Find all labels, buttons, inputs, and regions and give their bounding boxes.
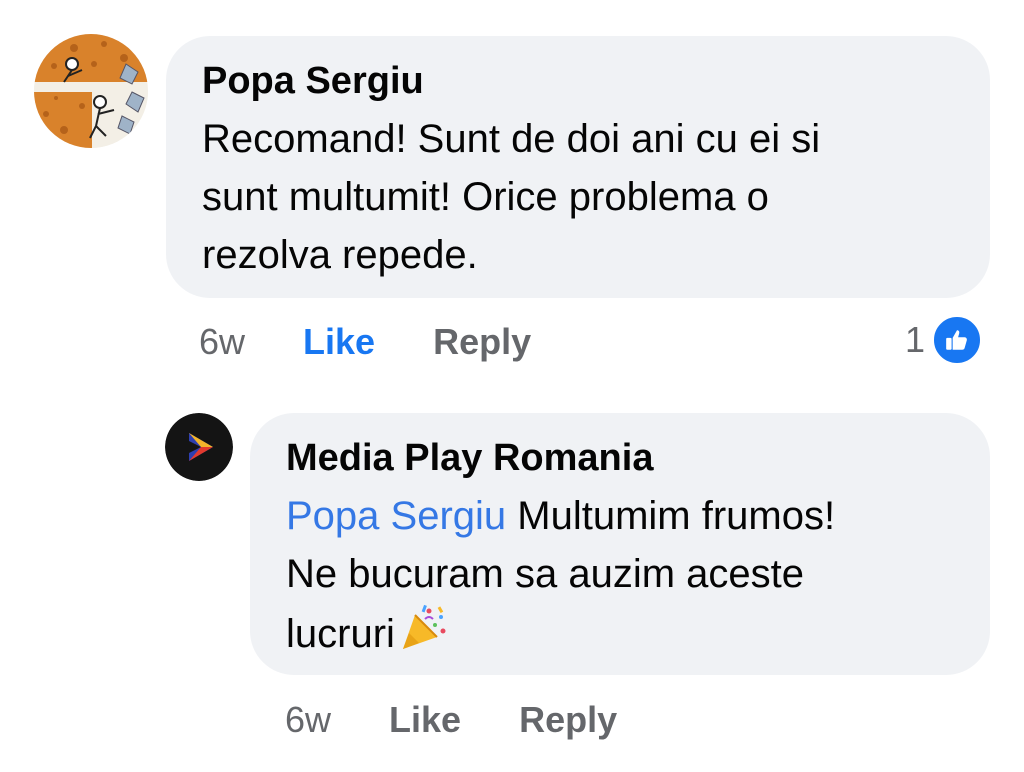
- avatar-popa-sergiu[interactable]: [34, 34, 148, 148]
- like-button[interactable]: Like: [389, 699, 461, 741]
- reaction-count: 1: [905, 319, 926, 360]
- reply-text: Popa Sergiu Multumim frumos! Ne bucuram …: [286, 487, 954, 669]
- avatar-media-play-romania[interactable]: [165, 413, 233, 481]
- comment-author[interactable]: Popa Sergiu: [202, 58, 954, 104]
- comment-text-line: sunt multumit! Orice problema o: [202, 175, 769, 219]
- reply-text-fragment: lucruri: [286, 612, 395, 656]
- comment-actions: 6w Like Reply: [199, 318, 531, 366]
- reply-text-line: Ne bucuram sa auzim aceste: [286, 552, 805, 596]
- reply-author[interactable]: Media Play Romania: [286, 435, 954, 481]
- comment-text-line: Recomand! Sunt de doi ani cu ei si: [202, 117, 821, 161]
- reply-text-line: lucruri: [286, 603, 954, 669]
- media-play-logo: [165, 413, 233, 481]
- reply-text-fragment: Multumim frumos!: [506, 494, 836, 538]
- reply-actions: 6w Like Reply: [285, 696, 617, 744]
- reply-button[interactable]: Reply: [519, 699, 617, 741]
- reply-bubble: Media Play Romania Popa Sergiu Multumim …: [250, 413, 990, 675]
- comment-bubble: Popa Sergiu Recomand! Sunt de doi ani cu…: [166, 36, 990, 298]
- comment-timestamp[interactable]: 6w: [199, 321, 245, 363]
- comment-thread: Popa Sergiu Recomand! Sunt de doi ani cu…: [0, 0, 1024, 772]
- reply-button[interactable]: Reply: [433, 321, 531, 363]
- comment-text: Recomand! Sunt de doi ani cu ei si sunt …: [202, 110, 954, 284]
- like-thumb-icon: [931, 314, 984, 366]
- party-popper-icon: [399, 603, 449, 669]
- mention-link[interactable]: Popa Sergiu: [286, 494, 506, 538]
- reply-text-line: Popa Sergiu Multumim frumos!: [286, 487, 954, 545]
- comment-text-line: rezolva repede.: [202, 233, 478, 277]
- like-button[interactable]: Like: [303, 321, 375, 363]
- profile-photo-cartoon-miners: [34, 34, 148, 148]
- reply-timestamp[interactable]: 6w: [285, 699, 331, 741]
- reaction-summary[interactable]: 1: [905, 314, 984, 366]
